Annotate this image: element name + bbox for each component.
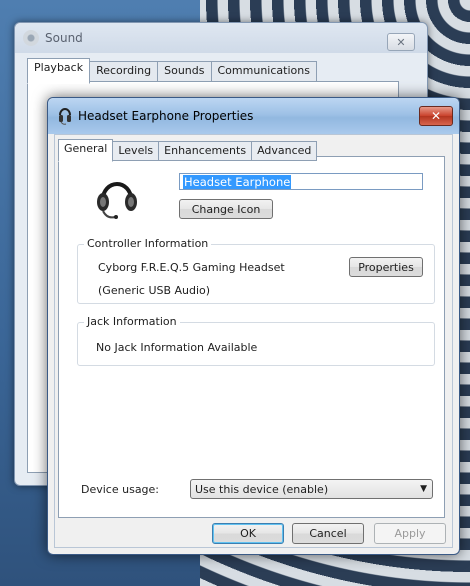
controller-properties-button[interactable]: Properties: [349, 257, 423, 277]
device-name-input[interactable]: Headset Earphone: [179, 173, 423, 190]
properties-titlebar[interactable]: Headset Earphone Properties ✕: [48, 98, 459, 134]
device-name-value: Headset Earphone: [183, 175, 292, 189]
sound-titlebar[interactable]: Sound: [15, 23, 427, 53]
device-usage-selected: Use this device (enable): [195, 483, 329, 496]
properties-dialog: Headset Earphone Properties ✕ General Le…: [47, 97, 460, 555]
tab-sounds[interactable]: Sounds: [157, 61, 212, 83]
group-label: Jack Information: [84, 315, 180, 328]
properties-title: Headset Earphone Properties: [78, 109, 254, 123]
speaker-icon: [23, 30, 39, 46]
ok-button[interactable]: OK: [212, 523, 284, 544]
sound-close-button[interactable]: ✕: [387, 33, 415, 51]
device-usage-label: Device usage:: [81, 483, 160, 496]
tab-general[interactable]: General: [58, 139, 114, 162]
close-button[interactable]: ✕: [419, 106, 453, 126]
controller-driver: (Generic USB Audio): [98, 284, 211, 297]
cancel-button[interactable]: Cancel: [292, 523, 364, 544]
sound-window-title: Sound: [45, 31, 83, 45]
tab-playback[interactable]: Playback: [27, 58, 91, 84]
tab-levels[interactable]: Levels: [112, 141, 160, 161]
tab-enhancements[interactable]: Enhancements: [158, 141, 253, 161]
general-tab-panel: Headset Earphone Change Icon Controller …: [58, 156, 445, 518]
jack-info-text: No Jack Information Available: [96, 341, 258, 354]
tab-recording[interactable]: Recording: [89, 61, 159, 83]
chevron-down-icon: ▼: [420, 484, 427, 494]
device-usage-dropdown[interactable]: Use this device (enable) ▼: [190, 479, 433, 499]
controller-name: Cyborg F.R.E.Q.5 Gaming Headset: [98, 261, 285, 274]
group-label: Controller Information: [84, 237, 212, 250]
headset-icon: [59, 108, 71, 125]
tab-advanced[interactable]: Advanced: [251, 141, 318, 161]
change-icon-button[interactable]: Change Icon: [179, 199, 273, 219]
properties-tabs: General Levels Enhancements Advanced: [58, 139, 318, 162]
headset-icon: [97, 182, 137, 219]
jack-information-group: Jack Information No Jack Information Ava…: [77, 315, 435, 366]
apply-button[interactable]: Apply: [374, 523, 446, 544]
tab-communications[interactable]: Communications: [210, 61, 317, 83]
